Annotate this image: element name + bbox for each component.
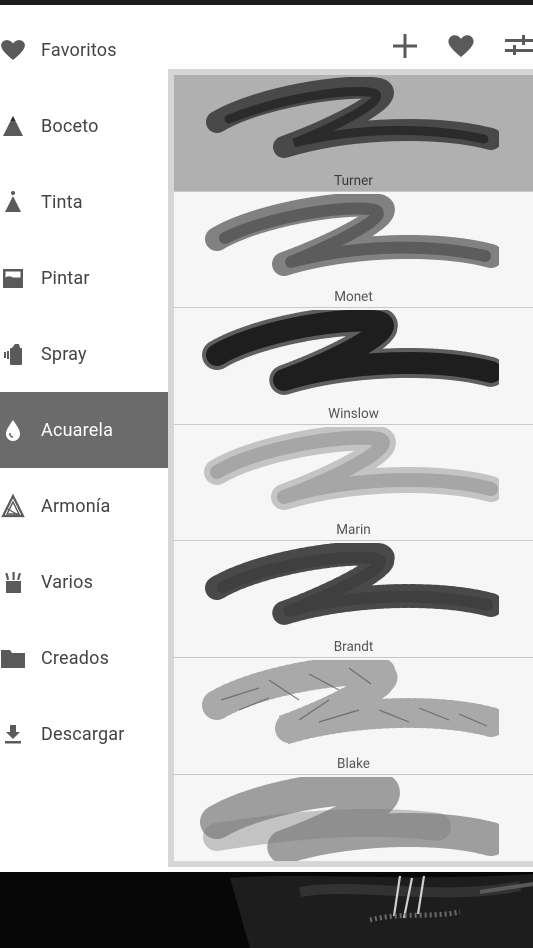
brush-item-partial[interactable] xyxy=(174,774,533,861)
category-sidebar: Favoritos Boceto Tinta Pintar Spray Acua… xyxy=(0,12,168,772)
water-drop-icon xyxy=(0,417,26,443)
brush-name: Turner xyxy=(334,172,373,189)
brush-stroke-preview xyxy=(200,776,499,861)
brush-name: Brandt xyxy=(333,638,374,655)
brush-stroke-preview xyxy=(206,77,499,158)
sliders-icon xyxy=(505,35,533,55)
category-boceto[interactable]: Boceto xyxy=(0,88,168,164)
add-brush-button[interactable] xyxy=(388,29,422,63)
heart-icon xyxy=(448,35,474,57)
ink-nib-icon xyxy=(0,189,26,215)
brush-list-frame: Turner Monet Winslow Marin Brandt Blake xyxy=(168,69,533,867)
category-label: Favoritos xyxy=(41,39,117,61)
category-tinta[interactable]: Tinta xyxy=(0,164,168,240)
category-label: Spray xyxy=(41,343,87,365)
brush-stroke-preview xyxy=(202,659,499,745)
brush-picker-panel: Favoritos Boceto Tinta Pintar Spray Acua… xyxy=(0,5,533,872)
category-label: Varios xyxy=(41,571,94,593)
category-label: Descargar xyxy=(41,723,125,745)
favorite-brush-button[interactable] xyxy=(444,29,478,63)
category-spray[interactable]: Spray xyxy=(0,316,168,392)
painting-canvas[interactable] xyxy=(0,872,533,948)
category-descargar[interactable]: Descargar xyxy=(0,696,168,772)
brush-item-monet[interactable]: Monet xyxy=(174,191,533,309)
harmony-triangle-icon xyxy=(0,493,26,519)
brush-item-blake[interactable]: Blake xyxy=(174,657,533,775)
pencil-tip-icon xyxy=(0,113,26,139)
category-label: Tinta xyxy=(41,191,83,213)
category-varios[interactable]: Varios xyxy=(0,544,168,620)
download-icon xyxy=(0,721,26,747)
brush-item-marin[interactable]: Marin xyxy=(174,424,533,542)
brush-item-turner[interactable]: Turner xyxy=(174,75,533,192)
brush-name: Marin xyxy=(336,522,371,539)
brush-name: Winslow xyxy=(328,405,379,422)
brush-stroke-preview xyxy=(202,310,499,395)
brush-name: Blake xyxy=(337,755,370,772)
category-label: Acuarela xyxy=(41,419,114,441)
category-label: Pintar xyxy=(41,267,90,289)
canvas-artwork xyxy=(0,872,533,948)
brush-item-winslow[interactable]: Winslow xyxy=(174,308,533,425)
brush-item-brandt[interactable]: Brandt xyxy=(174,541,533,658)
brush-name: Monet xyxy=(334,289,373,306)
brush-list[interactable]: Turner Monet Winslow Marin Brandt Blake xyxy=(174,75,533,861)
category-creados[interactable]: Creados xyxy=(0,620,168,696)
misc-brushes-icon xyxy=(0,569,26,595)
category-acuarela[interactable]: Acuarela xyxy=(0,392,168,468)
category-armonia[interactable]: Armonía xyxy=(0,468,168,544)
brush-stroke-preview xyxy=(204,426,499,510)
brush-settings-button[interactable] xyxy=(503,29,533,63)
category-label: Creados xyxy=(41,647,110,669)
spray-can-icon xyxy=(0,341,26,367)
heart-icon xyxy=(0,37,26,63)
category-favoritos[interactable]: Favoritos xyxy=(0,12,168,88)
category-label: Boceto xyxy=(41,115,99,137)
paint-bucket-icon xyxy=(0,265,26,291)
brush-stroke-preview xyxy=(205,193,499,276)
plus-icon xyxy=(393,34,417,58)
brush-stroke-preview xyxy=(205,543,499,626)
category-label: Armonía xyxy=(41,495,111,517)
category-pintar[interactable]: Pintar xyxy=(0,240,168,316)
folder-icon xyxy=(0,645,26,671)
